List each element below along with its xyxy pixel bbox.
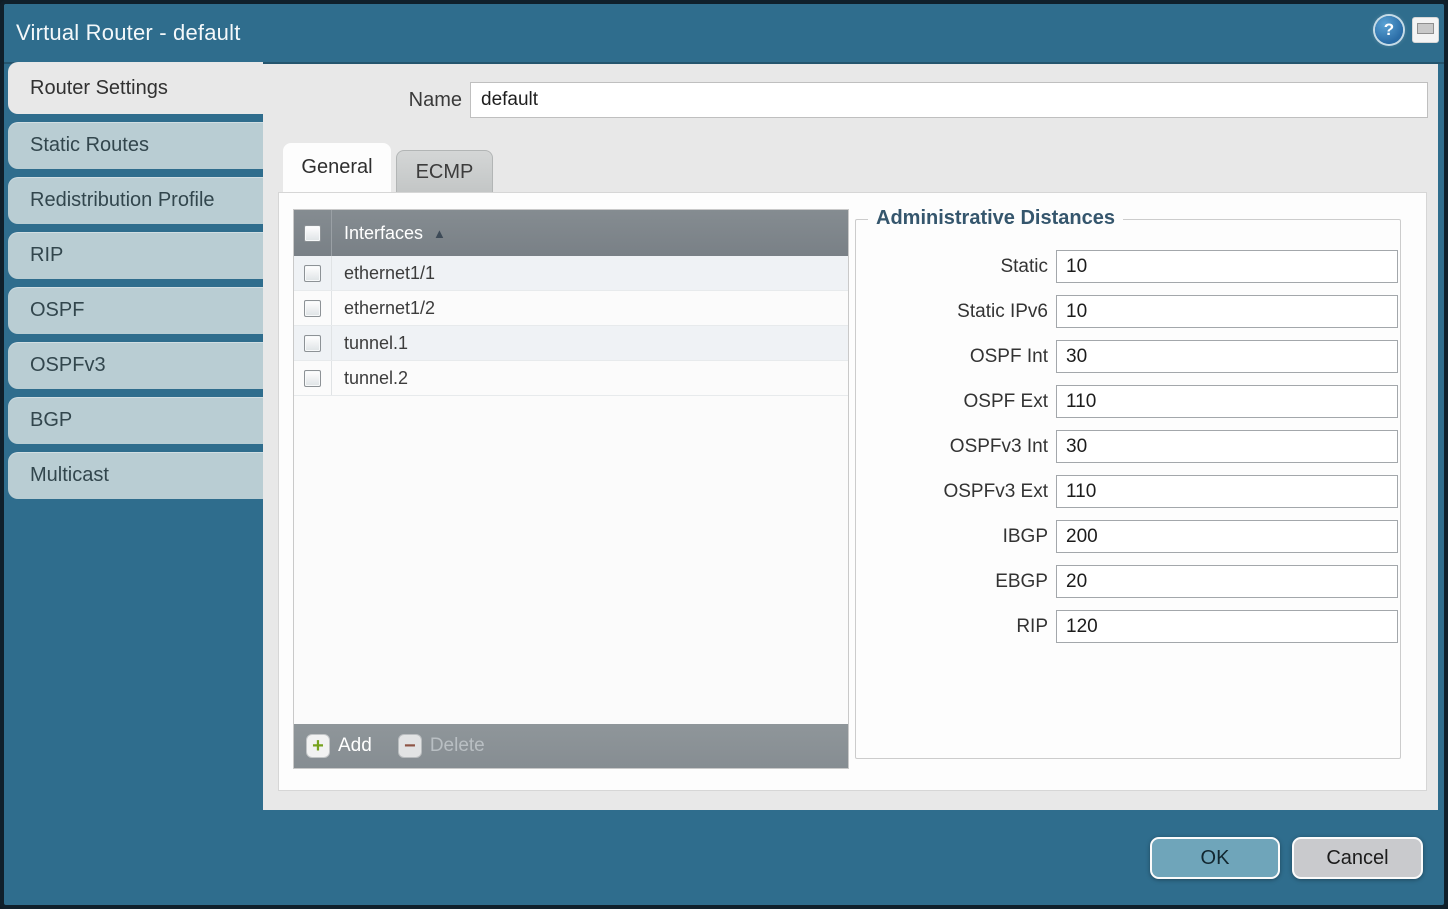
interface-name: tunnel.1 [344,333,408,354]
row-checkbox-cell [294,326,332,360]
name-input[interactable] [470,82,1428,118]
interfaces-column-header[interactable]: Interfaces [344,223,423,244]
window-restore-icon[interactable] [1412,17,1439,43]
interface-name: tunnel.2 [344,368,408,389]
administrative-distances-group: Administrative Distances Static Static I… [855,219,1401,759]
table-empty-area [294,396,848,724]
delete-button[interactable]: − Delete [398,734,485,758]
sidebar-item-static-routes[interactable]: Static Routes [8,122,263,169]
ok-button[interactable]: OK [1150,837,1280,879]
field-row: OSPF Int [856,340,1400,373]
ospf-ext-label: OSPF Ext [856,391,1048,413]
rip-label: RIP [856,616,1048,638]
interface-row[interactable]: tunnel.1 [294,326,848,361]
add-button-label: Add [338,735,372,757]
row-checkbox[interactable] [304,370,321,387]
row-checkbox[interactable] [304,300,321,317]
ebgp-label: EBGP [856,571,1048,593]
sidebar-item-router-settings[interactable]: Router Settings [8,62,263,114]
static-input[interactable] [1056,250,1398,283]
tab-ecmp[interactable]: ECMP [396,150,493,192]
row-checkbox-cell [294,291,332,325]
administrative-distances-title: Administrative Distances [868,207,1123,230]
interfaces-table: Interfaces ▲ ethernet1/1 ethernet1/2 [293,209,849,769]
ospfv3-ext-label: OSPFv3 Ext [856,481,1048,503]
header-checkbox-cell [294,210,332,256]
field-row: OSPF Ext [856,385,1400,418]
select-all-checkbox[interactable] [304,225,321,242]
row-checkbox[interactable] [304,335,321,352]
title-bar: Virtual Router - default ? [4,4,1444,64]
field-row: IBGP [856,520,1400,553]
interface-row[interactable]: tunnel.2 [294,361,848,396]
plus-icon: + [306,734,330,758]
field-row: Static IPv6 [856,295,1400,328]
virtual-router-dialog: Virtual Router - default ? Router Settin… [0,0,1448,909]
field-row: OSPFv3 Ext [856,475,1400,508]
row-checkbox[interactable] [304,265,321,282]
minus-icon: − [398,734,422,758]
tab-general[interactable]: General [283,143,391,192]
row-checkbox-cell [294,361,332,395]
ibgp-input[interactable] [1056,520,1398,553]
field-row: Static [856,250,1400,283]
interfaces-table-footer: + Add − Delete [294,724,848,768]
static-ipv6-input[interactable] [1056,295,1398,328]
sidebar-item-redistribution-profile[interactable]: Redistribution Profile [8,177,263,224]
name-row: Name [263,82,1428,118]
interface-row[interactable]: ethernet1/1 [294,256,848,291]
ospfv3-int-label: OSPFv3 Int [856,436,1048,458]
sidebar-item-bgp[interactable]: BGP [8,397,263,444]
static-ipv6-label: Static IPv6 [856,301,1048,323]
ospf-int-label: OSPF Int [856,346,1048,368]
field-row: RIP [856,610,1400,643]
field-row: OSPFv3 Int [856,430,1400,463]
ospfv3-ext-input[interactable] [1056,475,1398,508]
ospf-ext-input[interactable] [1056,385,1398,418]
interface-name: ethernet1/1 [344,263,435,284]
sidebar-item-rip[interactable]: RIP [8,232,263,279]
interfaces-table-header: Interfaces ▲ [294,210,848,256]
router-settings-page: Name General ECMP Interfaces ▲ [263,64,1438,810]
interface-row[interactable]: ethernet1/2 [294,291,848,326]
static-label: Static [856,256,1048,278]
ebgp-input[interactable] [1056,565,1398,598]
sidebar-item-ospfv3[interactable]: OSPFv3 [8,342,263,389]
sort-ascending-icon[interactable]: ▲ [433,226,446,241]
dialog-title: Virtual Router - default [16,4,241,62]
row-checkbox-cell [294,256,332,290]
ospf-int-input[interactable] [1056,340,1398,373]
help-icon[interactable]: ? [1375,16,1403,44]
sidebar: Router Settings Static Routes Redistribu… [8,62,263,507]
name-label: Name [263,89,462,112]
delete-button-label: Delete [430,735,485,757]
window-restore-glyph [1417,23,1434,34]
ospfv3-int-input[interactable] [1056,430,1398,463]
interface-name: ethernet1/2 [344,298,435,319]
cancel-button[interactable]: Cancel [1292,837,1423,879]
add-button[interactable]: + Add [306,734,372,758]
general-tab-panel: Interfaces ▲ ethernet1/1 ethernet1/2 [278,192,1427,791]
sidebar-item-multicast[interactable]: Multicast [8,452,263,499]
rip-input[interactable] [1056,610,1398,643]
administrative-distances-fields: Static Static IPv6 OSPF Int OSPF Ext [856,250,1400,655]
sidebar-item-ospf[interactable]: OSPF [8,287,263,334]
ibgp-label: IBGP [856,526,1048,548]
field-row: EBGP [856,565,1400,598]
